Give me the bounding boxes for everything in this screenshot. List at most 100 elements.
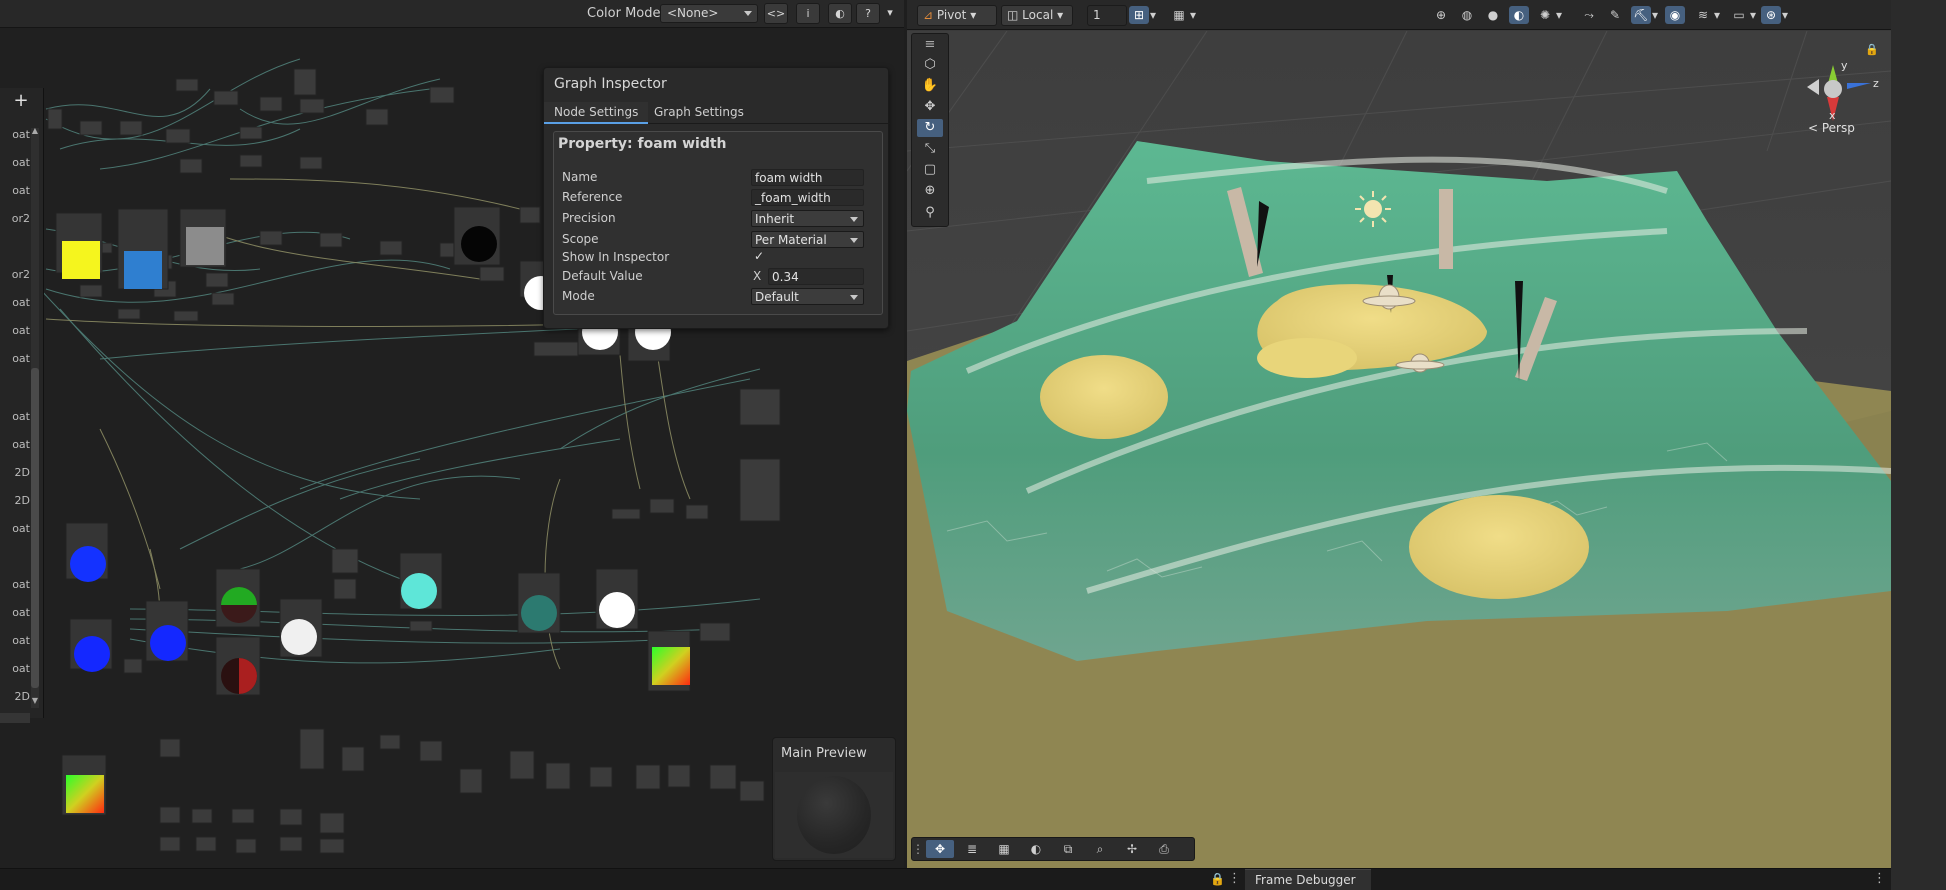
blackboard-horizontal-scrollbar[interactable] <box>0 713 30 723</box>
mode-dropdown[interactable]: Default <box>751 288 864 305</box>
chevron-down-icon <box>744 11 752 16</box>
move-snap-icon[interactable]: ✥ <box>926 840 954 858</box>
gizmos-icon[interactable]: ⊛ <box>1761 6 1781 24</box>
main-preview[interactable]: Main Preview <box>772 737 896 861</box>
default-value-field[interactable]: 0.34 <box>768 268 864 285</box>
layers-icon[interactable]: ≋ <box>1693 6 1713 24</box>
default-value-row: Default Value X 0.34 <box>554 267 884 286</box>
default-value-label: Default Value <box>562 269 643 283</box>
blackboard-row[interactable]: oat <box>0 156 30 169</box>
camera-icon[interactable]: ▭ <box>1729 6 1749 24</box>
add-property-button[interactable]: + <box>10 90 32 112</box>
blackboard-row[interactable]: or2 <box>0 268 30 281</box>
blackboard-row[interactable]: oat <box>0 410 30 423</box>
search-icon[interactable]: ⌕ <box>1086 840 1114 858</box>
lighting-toggle-icon[interactable]: ✎ <box>1605 6 1625 24</box>
blackboard-row[interactable]: oat <box>0 634 30 647</box>
precision-dropdown[interactable]: Inherit <box>751 210 864 227</box>
rotate-tool-icon[interactable]: ↻ <box>917 119 943 137</box>
custom-tool-icon[interactable]: ⚲ <box>917 204 943 222</box>
pivot-dropdown[interactable]: ⊿ Pivot ▾ <box>917 5 997 26</box>
preview-button[interactable]: ◐ <box>828 3 852 24</box>
mode-row: Mode Default <box>554 287 884 306</box>
blackboard-row[interactable]: oat <box>0 296 30 309</box>
scope-value: Per Material <box>755 233 827 247</box>
blackboard-row[interactable]: oat <box>0 662 30 675</box>
chevron-down-icon[interactable]: ▾ <box>1711 6 1723 24</box>
more-options-icon[interactable]: ⋮ <box>1873 871 1886 886</box>
audio-toggle-icon[interactable]: ⛏ <box>1631 6 1651 24</box>
chevron-down-icon: ▾ <box>970 8 977 22</box>
camera-icon[interactable]: ⎙ <box>1150 840 1178 858</box>
pivot-move-icon[interactable]: ✢ <box>1118 840 1146 858</box>
blackboard-row[interactable]: oat <box>0 324 30 337</box>
orientation-icon[interactable]: ◐ <box>1022 840 1050 858</box>
align-icon[interactable]: ≣ <box>958 840 986 858</box>
help-button[interactable]: ? <box>856 3 880 24</box>
shaded-wireframe-icon[interactable]: ◍ <box>1457 6 1477 24</box>
wireframe-icon[interactable]: ⊕ <box>1431 6 1451 24</box>
visibility-icon[interactable]: ◉ <box>1665 6 1685 24</box>
scale-tool-icon[interactable]: ⤡ <box>917 140 943 158</box>
shaded-icon[interactable]: ● <box>1483 6 1503 24</box>
scope-dropdown[interactable]: Per Material <box>751 231 864 248</box>
local-dropdown[interactable]: ◫ Local ▾ <box>1001 5 1073 26</box>
blackboard-row[interactable]: oat <box>0 352 30 365</box>
blackboard-row[interactable]: 2D <box>0 690 30 703</box>
color-mode-dropdown[interactable]: <None> <box>660 4 758 23</box>
increment-snap-icon[interactable]: ▦ <box>1169 6 1189 24</box>
blackboard-scrollbar[interactable] <box>31 128 39 708</box>
grid-size-field[interactable]: 1 <box>1087 5 1127 26</box>
scrollbar-thumb[interactable] <box>31 368 39 688</box>
blackboard-row[interactable]: oat <box>0 522 30 535</box>
more-options-icon[interactable]: ⋮ <box>1228 871 1241 886</box>
graph-canvas[interactable]: + oat oat oat or2 or2 oat oat oat oat oa… <box>0 29 904 868</box>
name-field[interactable]: foam width <box>751 169 864 186</box>
main-preview-viewport[interactable] <box>775 772 893 858</box>
scroll-down-icon[interactable]: ▼ <box>30 696 40 706</box>
tab-node-settings[interactable]: Node Settings <box>544 102 649 124</box>
reference-field[interactable]: _foam_width <box>751 189 864 206</box>
chevron-down-icon[interactable]: ▾ <box>1747 6 1759 24</box>
drag-handle-icon[interactable]: ≡ <box>917 36 943 54</box>
lock-icon[interactable]: 🔒 <box>1865 43 1879 56</box>
view-options-icon[interactable]: ⬡ <box>917 56 943 74</box>
chevron-down-icon[interactable]: ▾ <box>1779 6 1791 24</box>
chevron-down-icon[interactable]: ▾ <box>1147 6 1159 24</box>
tab-graph-settings[interactable]: Graph Settings <box>644 102 754 124</box>
code-view-button[interactable]: <> <box>764 3 788 24</box>
unlit-icon[interactable]: ◐ <box>1509 6 1529 24</box>
grid-icon[interactable]: ▦ <box>990 840 1018 858</box>
chevron-down-icon[interactable]: ▾ <box>1187 6 1199 24</box>
blackboard-row[interactable]: oat <box>0 128 30 141</box>
tab-frame-debugger[interactable]: Frame Debugger <box>1245 869 1371 890</box>
blackboard-panel: + oat oat oat or2 or2 oat oat oat oat oa… <box>0 88 44 718</box>
info-button[interactable]: i <box>796 3 820 24</box>
drag-handle-icon[interactable]: ⋮ <box>912 840 924 858</box>
scroll-up-icon[interactable]: ▲ <box>30 126 40 136</box>
show-in-inspector-checkbox[interactable]: ✓ <box>754 249 764 263</box>
options-menu-button[interactable]: ▾ <box>880 3 900 24</box>
lock-icon[interactable]: 🔒 <box>1210 872 1225 886</box>
move-tool-icon[interactable]: ✥ <box>917 98 943 116</box>
2d-toggle-icon[interactable]: ⤳ <box>1579 6 1599 24</box>
layers-icon[interactable]: ⧉ <box>1054 840 1082 858</box>
hand-tool-icon[interactable]: ✋ <box>917 77 943 95</box>
blackboard-row[interactable]: oat <box>0 606 30 619</box>
blackboard-row[interactable]: 2D <box>0 466 30 479</box>
blackboard-row[interactable]: oat <box>0 578 30 591</box>
blackboard-row[interactable]: 2D <box>0 494 30 507</box>
blackboard-row[interactable]: oat <box>0 184 30 197</box>
blackboard-row[interactable]: oat <box>0 438 30 451</box>
chevron-down-icon[interactable]: ▾ <box>1553 6 1565 24</box>
projection-toggle[interactable]: < Persp <box>1808 121 1855 135</box>
chevron-down-icon[interactable]: ▾ <box>1649 6 1661 24</box>
blackboard-row[interactable]: or2 <box>0 212 30 225</box>
scene-viewport[interactable]: y z x ≡ ⬡ ✋ ✥ ↻ ⤡ ▢ ⊕ ⚲ < Persp 🔒 ⋮ ✥ ≣ … <box>907 31 1891 868</box>
preview-sphere <box>797 776 871 854</box>
scene-render[interactable]: y z x <box>907 31 1891 868</box>
debug-draw-icon[interactable]: ✺ <box>1535 6 1555 24</box>
rect-tool-icon[interactable]: ▢ <box>917 161 943 179</box>
grid-snap-icon[interactable]: ⊞ <box>1129 6 1149 24</box>
transform-tool-icon[interactable]: ⊕ <box>917 182 943 200</box>
